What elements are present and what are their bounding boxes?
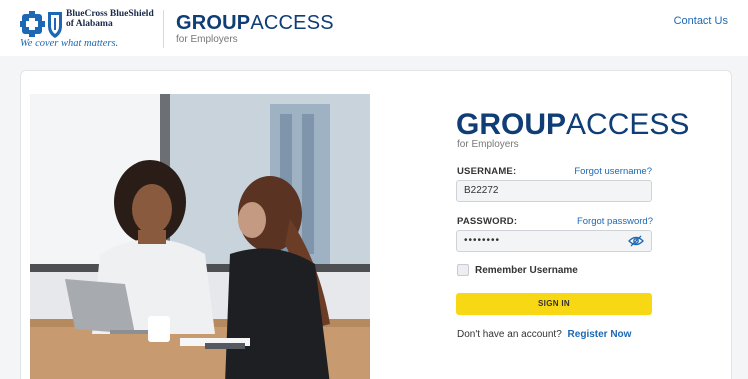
brand-name: BlueCross BlueShield of Alabama: [66, 9, 154, 29]
username-label: USERNAME:: [457, 166, 517, 177]
register-now-link[interactable]: Register Now: [568, 329, 632, 340]
password-field[interactable]: ••••••••: [456, 230, 652, 252]
login-product-subtitle: for Employers: [457, 139, 519, 150]
username-field[interactable]: B22272: [456, 180, 652, 202]
forgot-username-link[interactable]: Forgot username?: [574, 166, 652, 177]
remember-username-label[interactable]: Remember Username: [475, 265, 578, 276]
header-divider: [163, 10, 164, 48]
forgot-password-link[interactable]: Forgot password?: [577, 216, 653, 227]
hero-photo: [30, 94, 370, 379]
remember-username-checkbox[interactable]: [457, 264, 469, 276]
site-header: BlueCross BlueShield of Alabama We cover…: [0, 0, 748, 56]
product-logo: GROUPACCESS: [176, 12, 334, 34]
hero-photo-illustration: [30, 94, 370, 379]
login-product-logo: GROUPACCESS: [456, 108, 690, 141]
brand-tagline: We cover what matters.: [20, 38, 119, 49]
product-subtitle: for Employers: [176, 34, 238, 45]
eye-slash-icon[interactable]: [628, 235, 644, 247]
no-account-text: Don't have an account? Register Now: [457, 329, 632, 340]
sign-in-button[interactable]: SIGN IN: [456, 293, 652, 315]
password-label: PASSWORD:: [457, 216, 518, 227]
contact-us-link[interactable]: Contact Us: [674, 15, 728, 27]
